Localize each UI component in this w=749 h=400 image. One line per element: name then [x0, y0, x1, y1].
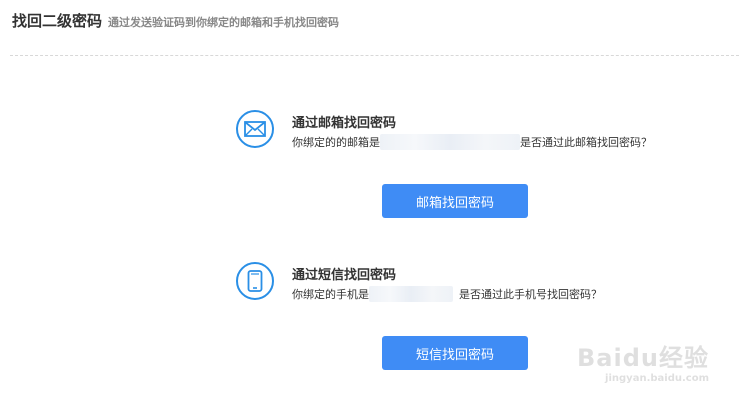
masked-email — [380, 134, 520, 150]
header-divider — [10, 55, 739, 56]
phone-icon — [236, 262, 274, 300]
masked-phone — [369, 286, 453, 302]
email-option-description: 你绑定的的邮箱是 是否通过此邮箱找回密码？ — [292, 134, 652, 150]
email-desc-suffix: 是否通过此邮箱找回密码？ — [520, 136, 652, 149]
sms-recover-button[interactable]: 短信找回密码 — [382, 336, 528, 370]
page-header: 找回二级密码 通过发送验证码到你绑定的邮箱和手机找回密码 — [12, 10, 339, 34]
envelope-icon — [236, 110, 274, 148]
email-option-heading: 通过邮箱找回密码 — [292, 116, 397, 131]
email-desc-prefix: 你绑定的的邮箱是 — [292, 136, 380, 149]
sms-desc-suffix: 是否通过此手机号找回密码？ — [459, 288, 602, 301]
watermark-sub: jingyan.baidu.com — [605, 373, 709, 384]
sms-option-description: 你绑定的手机是 是否通过此手机号找回密码？ — [292, 286, 602, 302]
sms-option-heading: 通过短信找回密码 — [292, 268, 397, 283]
email-recover-button[interactable]: 邮箱找回密码 — [382, 184, 528, 218]
page-subtitle: 通过发送验证码到你绑定的邮箱和手机找回密码 — [108, 16, 340, 29]
sms-desc-prefix: 你绑定的手机是 — [292, 288, 369, 301]
page-title: 找回二级密码 — [12, 12, 103, 30]
watermark-main: Baidu经验 — [577, 344, 709, 372]
watermark: Baidu经验 jingyan.baidu.com — [577, 338, 709, 384]
